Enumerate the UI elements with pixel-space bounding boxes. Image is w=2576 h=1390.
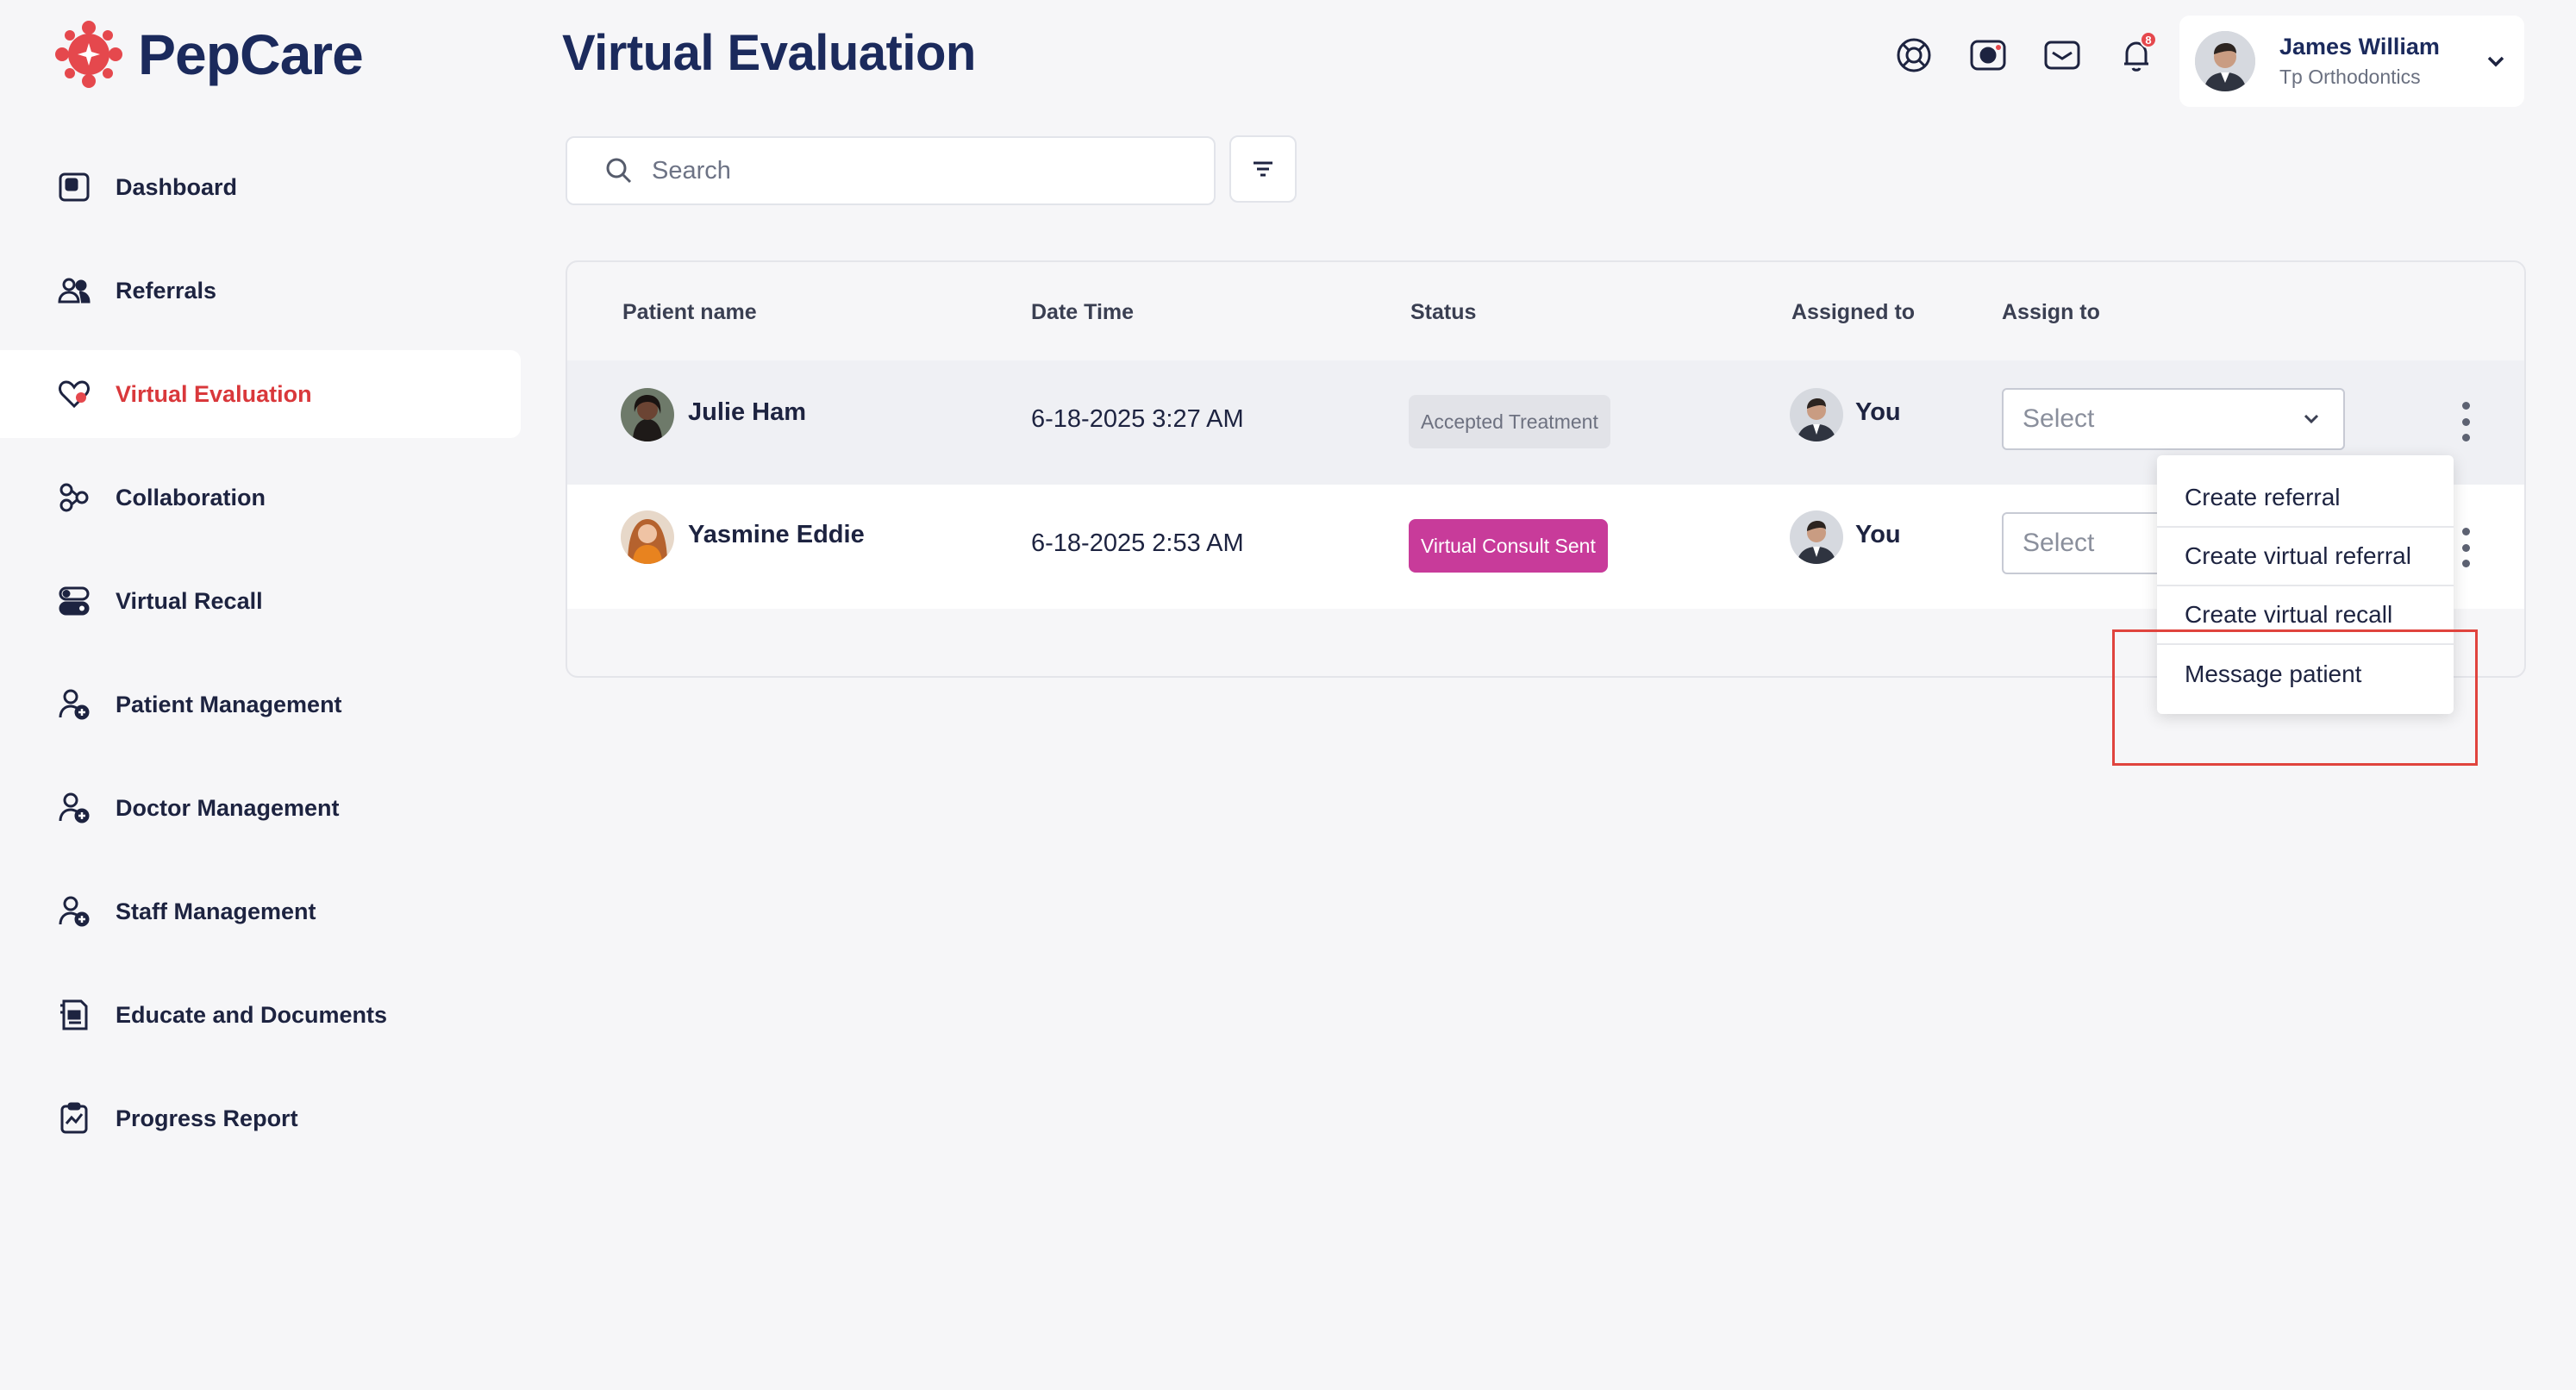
menu-item-create-referral[interactable]: Create referral [2157, 469, 2454, 528]
sidebar-item-patient-management[interactable]: Patient Management [0, 661, 521, 748]
search-bar [566, 136, 1216, 205]
notification-badge: 8 [2140, 31, 2157, 48]
patient-avatar [621, 388, 674, 441]
header-actions: 8 [1893, 31, 2157, 76]
date-time: 6-18-2025 3:27 AM [1031, 405, 1244, 433]
patient-avatar [621, 510, 674, 564]
dashboard-icon [55, 168, 93, 206]
patient-name[interactable]: Yasmine Eddie [688, 521, 865, 549]
pepcare-logo-icon [55, 21, 122, 88]
user-plus-icon [55, 686, 93, 723]
status-badge: Accepted Treatment [1409, 395, 1610, 448]
users-icon [55, 272, 93, 310]
column-header-assign-to: Assign to [2002, 300, 2100, 324]
sidebar-item-label: Staff Management [116, 898, 316, 924]
sidebar-item-staff-management[interactable]: Staff Management [0, 867, 521, 955]
sidebar-item-label: Progress Report [116, 1105, 298, 1131]
search-icon [606, 158, 632, 184]
assignee-avatar [1790, 388, 1843, 441]
row-actions-menu-icon[interactable] [2457, 528, 2474, 567]
column-header-patient-name: Patient name [622, 300, 757, 324]
filter-button[interactable] [1229, 135, 1297, 203]
sidebar-item-dashboard[interactable]: Dashboard [0, 143, 521, 231]
user-menu[interactable]: James William Tp Orthodontics [2179, 16, 2524, 107]
bell-icon[interactable]: 8 [2116, 31, 2157, 76]
sidebar-item-label: Dashboard [116, 173, 238, 200]
assign-to-select[interactable]: Select [2002, 388, 2345, 450]
menu-item-create-virtual-recall[interactable]: Create virtual recall [2157, 586, 2454, 645]
user-organization: Tp Orthodontics [2279, 66, 2421, 88]
assigned-to-name: You [1855, 521, 1901, 548]
collaboration-icon [55, 479, 93, 517]
filter-icon [1254, 161, 1272, 177]
sidebar-item-label: Doctor Management [116, 794, 340, 821]
sidebar-item-label: Referrals [116, 277, 217, 304]
status-badge: Virtual Consult Sent [1409, 519, 1608, 573]
column-header-status: Status [1410, 300, 1477, 324]
camera-icon[interactable] [1967, 34, 2009, 76]
sidebar-item-label: Collaboration [116, 484, 266, 510]
sidebar-item-doctor-management[interactable]: Doctor Management [0, 764, 521, 852]
sidebar-item-educate-and-documents[interactable]: Educate and Documents [0, 971, 521, 1059]
toggle-icon [55, 582, 93, 620]
sidebar-item-virtual-evaluation[interactable]: Virtual Evaluation [0, 350, 521, 438]
menu-item-message-patient[interactable]: Message patient [2157, 645, 2454, 704]
sidebar-item-collaboration[interactable]: Collaboration [0, 454, 521, 542]
chevron-down-icon [2487, 56, 2504, 67]
mail-icon[interactable] [2041, 34, 2083, 76]
user-plus-icon [55, 789, 93, 827]
patient-name[interactable]: Julie Ham [688, 398, 806, 427]
column-header-date-time: Date Time [1031, 300, 1135, 324]
row-actions-menu-icon[interactable] [2457, 402, 2474, 441]
sidebar-item-label: Patient Management [116, 691, 342, 717]
menu-item-create-virtual-referral[interactable]: Create virtual referral [2157, 528, 2454, 586]
user-name: James William [2279, 34, 2440, 59]
sidebar-item-label: Educate and Documents [116, 1001, 388, 1028]
search-input[interactable] [652, 156, 1169, 185]
select-placeholder: Select [2023, 529, 2095, 557]
user-plus-icon [55, 892, 93, 930]
brand-logo-link[interactable]: PepCare [52, 16, 364, 93]
sidebar-item-label: Virtual Evaluation [116, 380, 312, 407]
avatar [2195, 31, 2255, 91]
clipboard-chart-icon [55, 1099, 93, 1137]
sidebar-item-label: Virtual Recall [116, 587, 263, 614]
chevron-down-icon [2304, 414, 2319, 424]
sidebar-item-progress-report[interactable]: Progress Report [0, 1074, 521, 1162]
assignee-avatar [1790, 510, 1843, 564]
document-icon [55, 996, 93, 1034]
sidebar-item-referrals[interactable]: Referrals [0, 247, 521, 335]
assigned-to-name: You [1855, 398, 1901, 426]
page-title: Virtual Evaluation [562, 25, 976, 81]
date-time: 6-18-2025 2:53 AM [1031, 529, 1244, 557]
row-actions-dropdown: Create referral Create virtual referral … [2157, 455, 2454, 714]
column-header-assigned-to: Assigned to [1791, 300, 1916, 324]
brand-name: PepCare [138, 22, 364, 86]
sidebar-item-virtual-recall[interactable]: Virtual Recall [0, 557, 521, 645]
sidebar-nav: Dashboard Referrals Virtual Evaluation C… [0, 143, 521, 1178]
support-icon[interactable] [1893, 34, 1935, 76]
select-placeholder: Select [2023, 404, 2095, 433]
table-header: Patient name Date Time Status Assigned t… [567, 262, 2524, 360]
heart-icon [55, 375, 93, 413]
